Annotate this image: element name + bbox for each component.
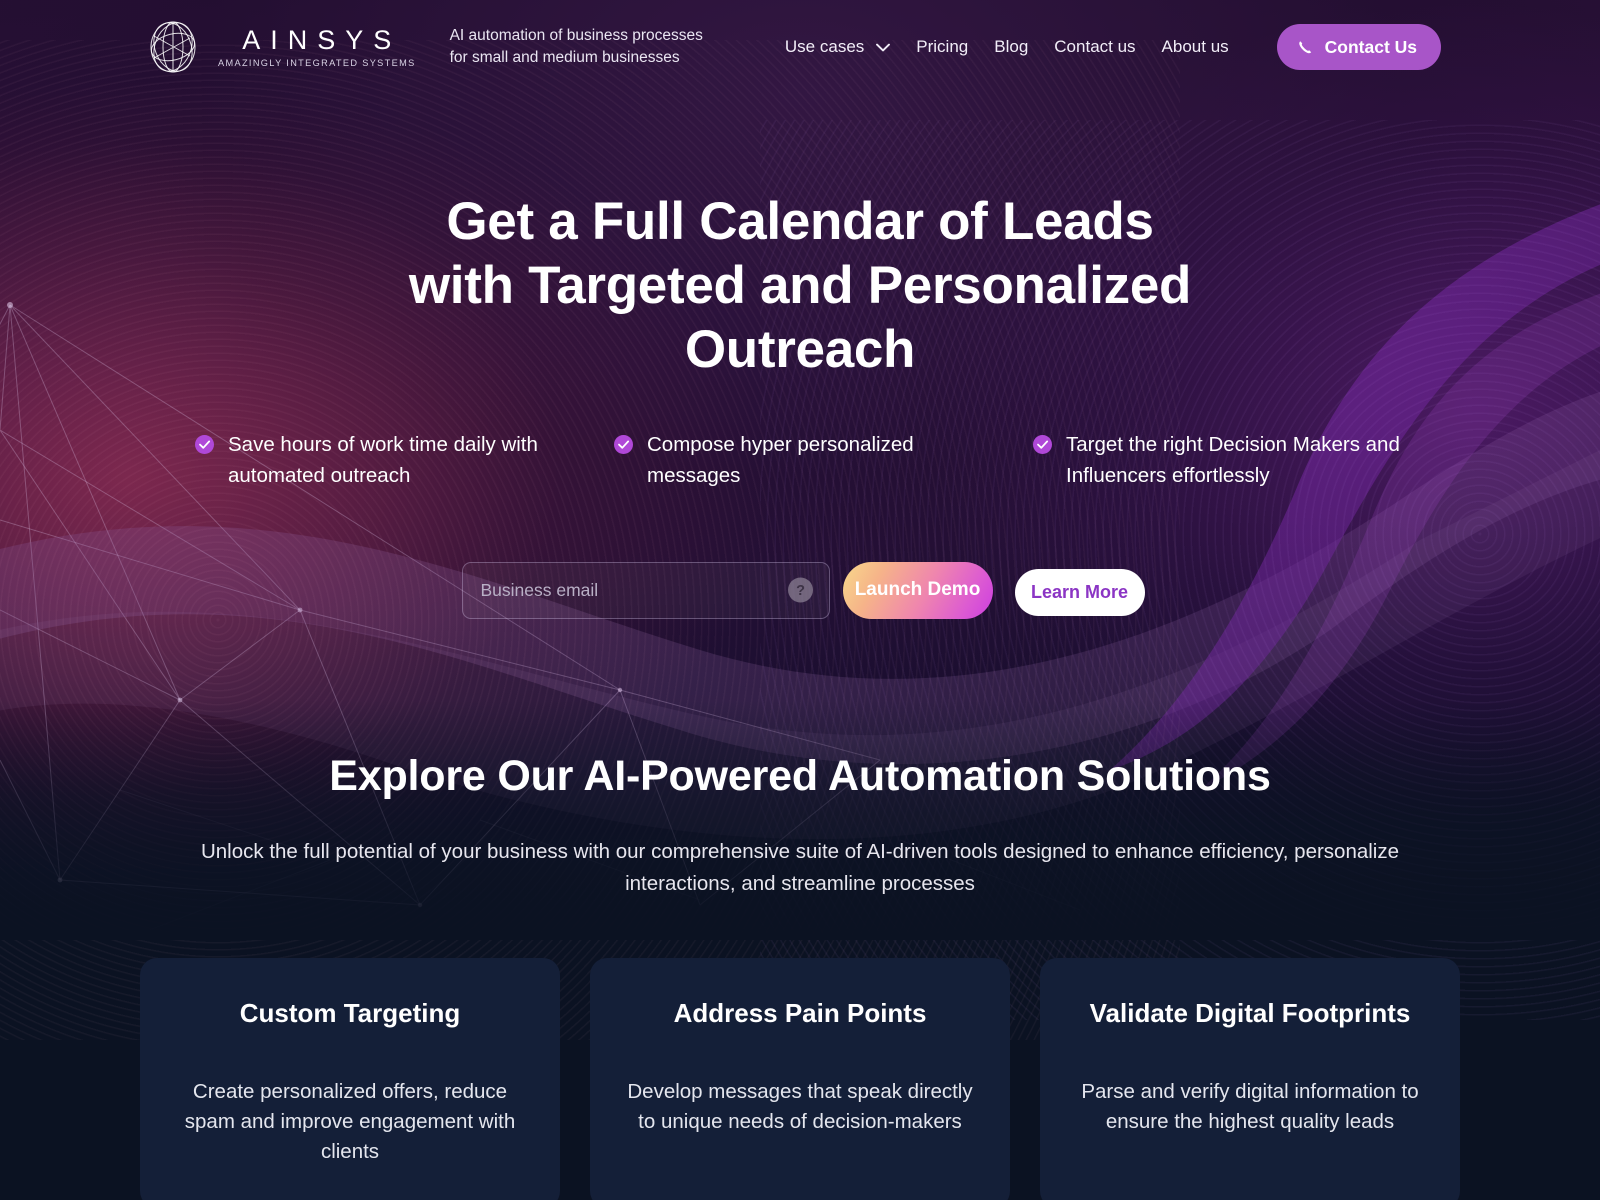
- hero-cta-row: ? Launch Demo Learn More: [195, 561, 1405, 619]
- logo[interactable]: AINSYS AMAZINGLY INTEGRATED SYSTEMS: [142, 16, 416, 78]
- logo-name: AINSYS: [242, 24, 402, 55]
- hero-headline: Get a Full Calendar of Leads with Target…: [0, 190, 1600, 382]
- contact-us-button-label: Contact Us: [1324, 36, 1418, 57]
- header-tagline-line1: AI automation of business processes: [449, 26, 703, 44]
- solution-card-text: Create personalized offers, reduce spam …: [184, 1079, 516, 1164]
- solutions-subtitle: Unlock the full potential of your busine…: [200, 840, 1400, 895]
- solutions-section: Explore Our AI-Powered Automation Soluti…: [0, 752, 1600, 1200]
- solutions-title: Explore Our AI-Powered Automation Soluti…: [329, 752, 1271, 800]
- solution-card-text: Develop messages that speak directly to …: [627, 1079, 973, 1133]
- main-navigation: Use cases Pricing Blog Contact us About …: [785, 37, 1229, 57]
- header-tagline: AI automation of business processes for …: [450, 25, 703, 70]
- nav-label-use-cases: Use cases: [784, 37, 865, 56]
- logo-text-block: AINSYS AMAZINGLY INTEGRATED SYSTEMS: [218, 24, 416, 69]
- benefit-item: Compose hyper personalized messages: [614, 430, 986, 492]
- headline-line-3: Outreach: [684, 320, 916, 380]
- benefit-text: Save hours of work time daily with autom…: [228, 433, 538, 488]
- solution-card-title: Custom Targeting: [239, 997, 461, 1028]
- landing-page: AINSYS AMAZINGLY INTEGRATED SYSTEMS AI a…: [0, 0, 1600, 1200]
- nav-item-use-cases[interactable]: Use cases: [784, 37, 891, 57]
- solution-card[interactable]: Validate Digital Footprints Parse and ve…: [1040, 957, 1460, 1200]
- question-mark-icon[interactable]: ?: [787, 577, 813, 603]
- hero-benefits-list: Save hours of work time daily with autom…: [195, 430, 1405, 492]
- globe-wireframe-icon: [150, 21, 196, 73]
- phone-icon: [1298, 40, 1311, 53]
- solutions-card-list: Custom Targeting Create personalized off…: [140, 957, 1460, 1200]
- nav-item-contact-us[interactable]: Contact us: [1054, 37, 1135, 57]
- benefit-item: Target the right Decision Makers and Inf…: [1033, 430, 1405, 492]
- solution-card-title: Address Pain Points: [673, 997, 927, 1028]
- site-header: AINSYS AMAZINGLY INTEGRATED SYSTEMS AI a…: [0, 0, 1600, 94]
- logo-tagline: AMAZINGLY INTEGRATED SYSTEMS: [218, 58, 416, 69]
- benefit-text: Compose hyper personalized messages: [647, 433, 914, 488]
- nav-item-blog[interactable]: Blog: [994, 37, 1028, 57]
- business-email-field: ?: [461, 561, 830, 619]
- solution-card[interactable]: Custom Targeting Create personalized off…: [140, 957, 560, 1200]
- header-tagline-line2: for small and medium businesses: [449, 49, 680, 66]
- check-circle-icon: [195, 435, 214, 455]
- learn-more-button[interactable]: Learn More: [1014, 568, 1145, 616]
- headline-line-2: with Targeted and Personalized: [408, 256, 1192, 316]
- business-email-input[interactable]: [461, 561, 830, 619]
- chevron-down-icon: [876, 43, 891, 51]
- check-circle-icon: [614, 435, 633, 455]
- nav-item-pricing[interactable]: Pricing: [916, 37, 968, 57]
- launch-demo-button[interactable]: Launch Demo: [842, 561, 993, 619]
- nav-item-about-us[interactable]: About us: [1162, 37, 1229, 57]
- solution-card-text: Parse and verify digital information to …: [1081, 1079, 1419, 1133]
- solution-card[interactable]: Address Pain Points Develop messages tha…: [590, 957, 1010, 1200]
- svg-text:?: ?: [796, 583, 805, 599]
- check-circle-icon: [1033, 435, 1052, 455]
- solution-card-title: Validate Digital Footprints: [1089, 997, 1411, 1028]
- benefit-text: Target the right Decision Makers and Inf…: [1066, 433, 1400, 488]
- headline-line-1: Get a Full Calendar of Leads: [446, 192, 1154, 251]
- benefit-item: Save hours of work time daily with autom…: [195, 430, 567, 492]
- contact-us-button[interactable]: Contact Us: [1276, 24, 1442, 70]
